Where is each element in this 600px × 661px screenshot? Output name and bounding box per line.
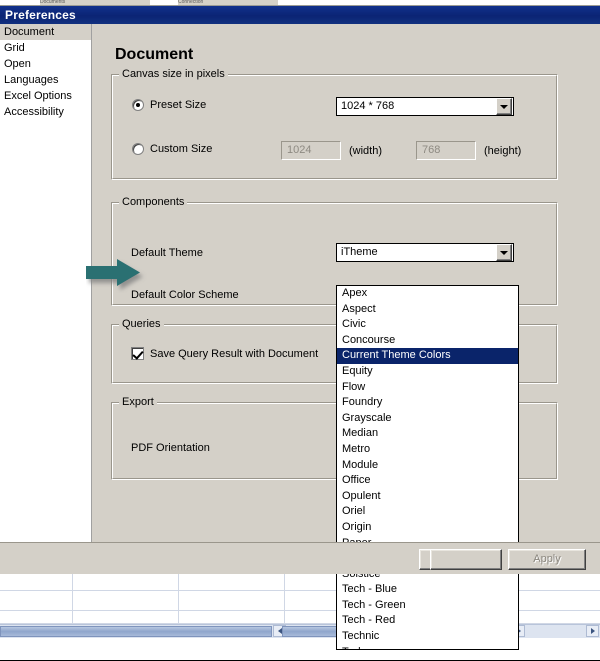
save-query-result-checkbox[interactable] (131, 347, 144, 360)
dropdown-option[interactable]: Tech - Red (337, 613, 518, 629)
scrollbar-thumb-left[interactable] (0, 626, 272, 637)
dropdown-option[interactable]: Foundry (337, 395, 518, 411)
dropdown-option[interactable]: Tech - Blue (337, 582, 518, 598)
preset-size-combo[interactable]: 1024 * 768 (336, 97, 514, 116)
pdf-orientation-label: PDF Orientation (131, 442, 210, 454)
chevron-down-icon (500, 250, 508, 255)
sidebar-item-excel-options[interactable]: Excel Options (0, 88, 91, 104)
default-theme-value: iTheme (341, 246, 378, 258)
dropdown-option[interactable]: Median (337, 426, 518, 442)
sidebar-item-open[interactable]: Open (0, 56, 91, 72)
dropdown-option[interactable]: Apex (337, 286, 518, 302)
cancel-button[interactable] (430, 549, 502, 570)
dropdown-option[interactable]: Module (337, 458, 518, 474)
sidebar-item-grid[interactable]: Grid (0, 40, 91, 56)
canvas-size-group: Canvas size in pixels Preset Size 1024 *… (111, 68, 558, 180)
default-color-scheme-label: Default Color Scheme (131, 289, 239, 301)
dropdown-option[interactable]: Oriel (337, 504, 518, 520)
custom-size-label: Custom Size (150, 143, 213, 155)
save-query-result-row[interactable]: Save Query Result with Document (131, 347, 318, 360)
sidebar-item-languages[interactable]: Languages (0, 72, 91, 88)
dropdown-option[interactable]: Current Theme Colors (337, 348, 518, 364)
sidebar-item-accessibility[interactable]: Accessibility (0, 104, 91, 120)
save-query-result-label: Save Query Result with Document (150, 347, 319, 360)
height-suffix-label: (height) (484, 145, 522, 157)
dropdown-option[interactable]: Trek (337, 645, 518, 649)
dropdown-option[interactable]: Origin (337, 520, 518, 536)
preset-size-label: Preset Size (150, 99, 207, 111)
dropdown-option[interactable]: Concourse (337, 333, 518, 349)
dropdown-option[interactable]: Opulent (337, 489, 518, 505)
components-legend: Components (119, 196, 188, 208)
dropdown-option[interactable]: Flow (337, 380, 518, 396)
chevron-down-icon (500, 104, 508, 109)
custom-width-input[interactable]: 1024 (281, 141, 341, 160)
dialog-title: Preferences (0, 6, 600, 24)
canvas-size-legend: Canvas size in pixels (119, 68, 228, 80)
dropdown-option[interactable]: Technic (337, 629, 518, 645)
width-suffix-label: (width) (349, 145, 383, 157)
dialog-button-bar: Apply (0, 542, 600, 574)
preferences-sidebar: Document Grid Open Languages Excel Optio… (0, 24, 92, 570)
dropdown-option[interactable]: Office (337, 473, 518, 489)
preferences-dialog: Preferences Document Grid Open Languages… (0, 5, 600, 650)
dropdown-option[interactable]: Aspect (337, 302, 518, 318)
dropdown-option[interactable]: Civic (337, 317, 518, 333)
default-theme-label: Default Theme (131, 247, 203, 259)
queries-legend: Queries (119, 318, 164, 330)
custom-size-radio[interactable] (132, 143, 144, 155)
page-title: Document (115, 46, 194, 63)
dropdown-option[interactable]: Tech - Green (337, 598, 518, 614)
triangle-right-icon (590, 628, 595, 634)
apply-button[interactable]: Apply (508, 549, 586, 570)
preset-size-dropdown-button[interactable] (496, 98, 512, 115)
dropdown-option[interactable]: Grayscale (337, 411, 518, 427)
sidebar-item-document[interactable]: Document (0, 24, 91, 40)
dropdown-option[interactable]: Metro (337, 442, 518, 458)
default-theme-combo[interactable]: iTheme (336, 243, 514, 262)
triangle-left-icon (277, 628, 282, 634)
custom-size-radio-row[interactable]: Custom Size (132, 143, 212, 155)
default-color-scheme-dropdown-list[interactable]: Apex Aspect Civic Concourse Current Theme Co… (336, 285, 519, 650)
default-theme-dropdown-button[interactable] (496, 244, 512, 261)
preset-size-radio[interactable] (132, 99, 144, 111)
dropdown-option[interactable]: Equity (337, 364, 518, 380)
scroll-end-button[interactable] (586, 625, 599, 637)
preset-size-value: 1024 * 768 (341, 100, 395, 112)
custom-height-input[interactable]: 768 (416, 141, 476, 160)
export-legend: Export (119, 396, 157, 408)
preset-size-radio-row[interactable]: Preset Size (132, 99, 206, 111)
